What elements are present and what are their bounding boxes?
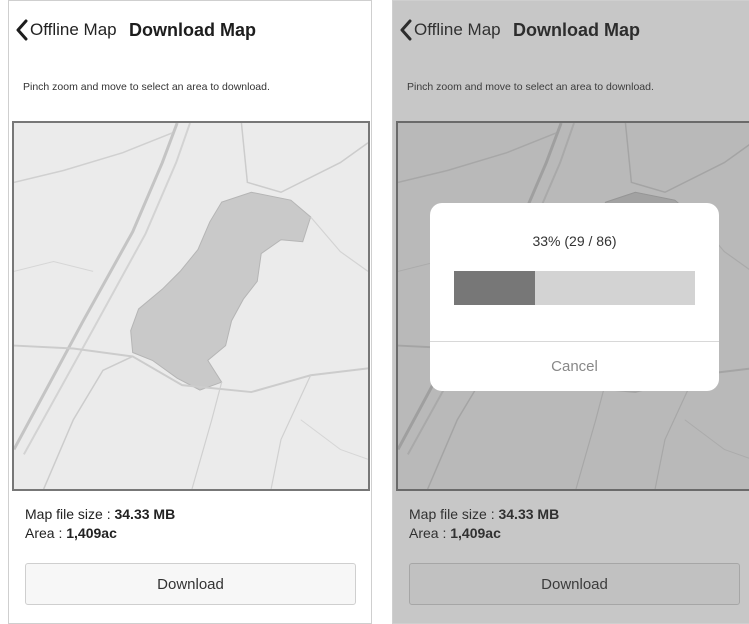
page-title: Download Map	[129, 20, 256, 40]
download-button[interactable]: Download	[25, 563, 356, 605]
instructions-text: Pinch zoom and move to select an area to…	[23, 81, 270, 93]
progress-text: 33% (29 / 86)	[532, 233, 617, 249]
nav-bar: Offline Map Download Map	[9, 1, 371, 63]
area-label: Area :	[25, 525, 67, 541]
area-value: 1,409ac	[66, 525, 117, 541]
progress-fill	[454, 271, 536, 305]
screen-left: Offline Map Download Map Pinch zoom and …	[8, 0, 372, 624]
back-button[interactable]: Offline Map	[15, 15, 117, 45]
file-size-row: Map file size : 34.33 MB	[25, 505, 175, 524]
area-row: Area : 1,409ac	[25, 524, 175, 543]
map-info: Map file size : 34.33 MB Area : 1,409ac	[25, 505, 175, 543]
map-view[interactable]	[12, 121, 370, 491]
screen-right: Offline Map Download Map Pinch zoom and …	[392, 0, 749, 624]
progress-bar	[454, 271, 695, 305]
file-size-label: Map file size :	[25, 506, 115, 522]
file-size-value: 34.33 MB	[114, 506, 176, 522]
progress-dialog: 33% (29 / 86) Cancel	[430, 203, 719, 391]
cancel-button[interactable]: Cancel	[430, 342, 719, 391]
chevron-left-icon	[16, 19, 28, 41]
back-label: Offline Map	[30, 20, 117, 39]
